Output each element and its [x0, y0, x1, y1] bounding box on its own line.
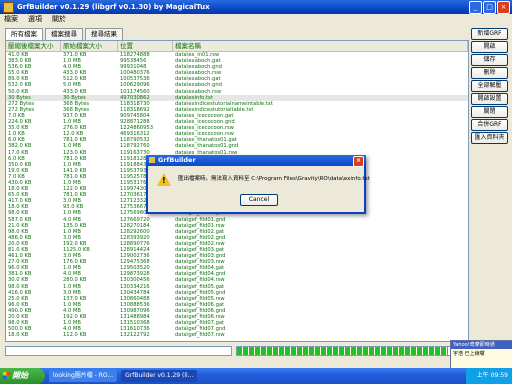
menubar: 檔案 選項 關於 [0, 14, 512, 24]
open-settings-button[interactable]: 開啟設置 [471, 93, 508, 105]
menu-about[interactable]: 關於 [52, 14, 66, 24]
close-button[interactable]: × [497, 0, 510, 14]
dialog-message: 匯出檔案時，無法寫入資料至 C:\Program Files\Gravity\R… [178, 176, 370, 182]
taskbar-item-grfbuilder[interactable]: GrfBuilder v0.1.29 (li... [121, 370, 198, 382]
merge-grf-button[interactable]: 合併GRF [471, 119, 508, 131]
yahoo-notification[interactable]: Yahoo!奇摩即時通 宇浩 已上線囉 [450, 340, 512, 370]
cell-filename: data\gef_fild07.rsw [175, 332, 225, 339]
column-header-compressed-size[interactable]: 壓縮後檔案大小 [6, 41, 61, 51]
error-dialog: GrfBuilder × ! 匯出檔案時，無法寫入資料至 C:\Program … [146, 155, 370, 214]
new-grf-button[interactable]: 新增GRF [471, 28, 508, 40]
progress-fill [237, 347, 449, 355]
delete-button[interactable]: 刪除 [471, 67, 508, 79]
window-titlebar[interactable]: GrfBuilder v0.1.29 (libgrf v0.1.30) by M… [0, 0, 512, 14]
warning-icon: ! [157, 173, 171, 186]
extract-all-button[interactable]: 全部解壓 [471, 80, 508, 92]
dialog-close-button[interactable]: × [353, 156, 364, 167]
column-header-filename[interactable]: 檔案名稱 [173, 41, 468, 51]
column-header-original-size[interactable]: 原始檔案大小 [61, 41, 118, 51]
side-button-panel: 新增GRF 開啟 儲存 刪除 全部解壓 開啟設置 關閉 合併GRF 匯入資料夾 [471, 28, 508, 144]
dialog-titlebar[interactable]: GrfBuilder × [146, 155, 366, 167]
taskbar: 開始 looking圖片檔 - RO... GrfBuilder v0.1.29… [0, 368, 512, 384]
start-button[interactable]: 開始 [0, 368, 45, 384]
dialog-app-icon [149, 157, 155, 163]
cancel-button[interactable]: Cancel [240, 194, 278, 206]
progress-bar [236, 346, 458, 356]
tab-file-search[interactable]: 檔案搜尋 [45, 28, 83, 40]
taskbar-item-folder[interactable]: looking圖片檔 - RO... [49, 370, 118, 382]
open-button[interactable]: 開啟 [471, 41, 508, 53]
tab-all-files[interactable]: 所有檔案 [5, 28, 43, 40]
cell-compressed-size: 18.0 KB [8, 332, 29, 339]
column-headers: 壓縮後檔案大小 原始檔案大小 位置 檔案名稱 [6, 41, 468, 52]
save-button[interactable]: 儲存 [471, 54, 508, 66]
system-tray-clock[interactable]: 上午 09:59 [466, 368, 512, 384]
app-icon [3, 1, 14, 13]
column-header-position[interactable]: 位置 [118, 41, 173, 51]
menu-options[interactable]: 選項 [28, 14, 42, 24]
minimize-button[interactable]: _ [469, 0, 482, 14]
status-field [5, 346, 232, 356]
import-folder-button[interactable]: 匯入資料夾 [471, 132, 508, 144]
status-bar [0, 344, 512, 356]
window-title: GrfBuilder v0.1.29 (libgrf v0.1.30) by M… [17, 3, 210, 11]
menu-file[interactable]: 檔案 [4, 14, 18, 24]
cell-original-size: 112.0 KB [63, 332, 87, 339]
notification-message: 宇浩 已上線囉 [453, 351, 485, 357]
close-file-button[interactable]: 關閉 [471, 106, 508, 118]
notification-title: Yahoo!奇摩即時通 [451, 341, 512, 349]
dialog-title: GrfBuilder [158, 156, 196, 164]
tab-strip: 所有檔案 檔案搜尋 搜尋結果 [5, 28, 123, 40]
tab-search-results[interactable]: 搜尋結果 [85, 28, 123, 40]
table-row[interactable]: 18.0 KB 112.0 KB 132122792 data\gef_fild07.… [6, 332, 468, 338]
cell-position: 132122792 [120, 332, 150, 339]
maximize-button[interactable]: □ [483, 0, 496, 14]
